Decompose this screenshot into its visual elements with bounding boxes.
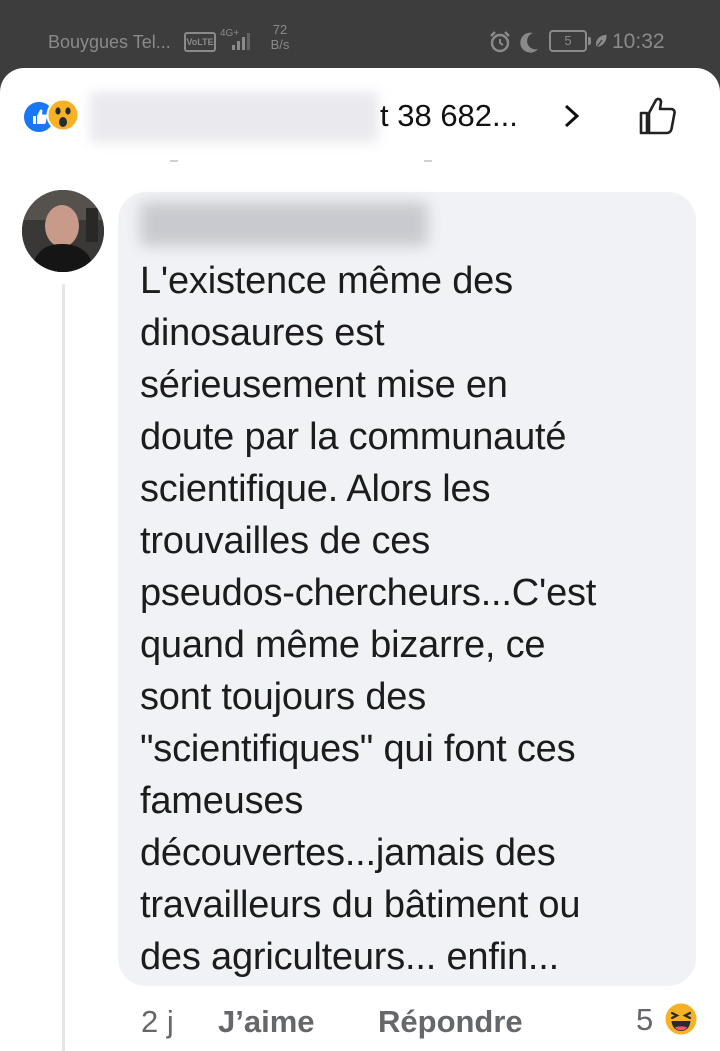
chevron-right-icon[interactable] [560, 100, 584, 132]
leaf-icon [593, 33, 609, 55]
reactor-names-redacted [90, 92, 378, 142]
comments-sheet: t 38 682... L'existence même des dinosau… [0, 68, 720, 1051]
comment-line: sérieusement mise en [140, 364, 508, 406]
carrier-name: Bouygues Tel... [48, 32, 171, 52]
comment-line: découvertes...jamais des [140, 832, 556, 874]
reactions-header[interactable]: t 38 682... [0, 68, 720, 168]
thread-line [62, 284, 65, 1051]
comment-timestamp[interactable]: 2 j [141, 1004, 174, 1040]
comment-line: des agriculteurs... enfin... [140, 936, 559, 978]
wow-reaction-icon [46, 98, 80, 132]
comment-line: sont toujours des [140, 676, 426, 718]
comment-line: trouvailles de ces [140, 520, 430, 562]
comment-line: doute par la communauté [140, 416, 567, 458]
alarm-icon [490, 31, 510, 53]
comment-line: scientifique. Alors les [140, 468, 491, 510]
net-speed-unit: B/s [270, 37, 290, 52]
comment-line: fameuses [140, 780, 304, 822]
comment-line: pseudos-chercheurs...C'est [140, 572, 597, 614]
volte-icon: VoLTE [184, 32, 216, 52]
comment-line: quand même bizarre, ce [140, 624, 546, 666]
like-post-icon[interactable] [636, 94, 680, 138]
battery-icon: 5 [549, 30, 591, 52]
avatar[interactable] [22, 190, 104, 272]
moon-icon [520, 32, 538, 53]
reactors-summary: t 38 682... [380, 98, 518, 133]
divider-mark [170, 160, 178, 162]
clock: 10:32 [612, 30, 665, 53]
signal-strength-icon [232, 32, 256, 50]
net-speed-value: 72 [272, 22, 288, 37]
comment-actions: 2 j J’aime Répondre 5 [0, 996, 720, 1051]
comment-line: L'existence même des [140, 260, 513, 302]
like-comment-button[interactable]: J’aime [218, 1004, 315, 1040]
divider-mark [424, 160, 432, 162]
reaction-count[interactable]: 5 [636, 1002, 653, 1038]
net-speed: 72 B/s [266, 22, 294, 52]
comment-line: "scientifiques" qui font ces [140, 728, 576, 770]
reply-button[interactable]: Répondre [378, 1004, 523, 1040]
comment-author-redacted[interactable] [140, 202, 428, 246]
comment-text: L'existence même des dinosaures est séri… [140, 255, 690, 983]
haha-reaction-icon[interactable] [664, 1002, 698, 1036]
comment-line: dinosaures est [140, 312, 385, 354]
comment-line: travailleurs du bâtiment ou [140, 884, 581, 926]
